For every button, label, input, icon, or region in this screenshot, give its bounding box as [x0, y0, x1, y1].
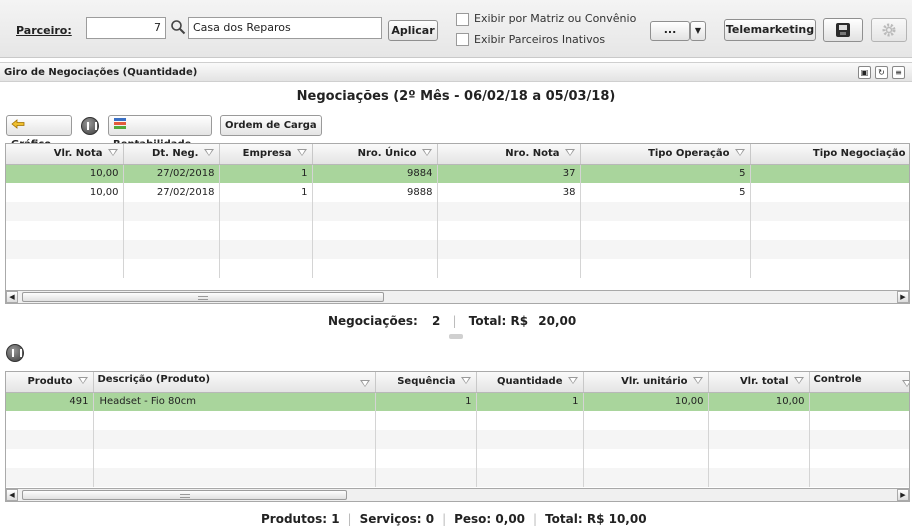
column-header[interactable]: Tipo Negociação	[750, 144, 911, 165]
column-header[interactable]: Controle	[809, 372, 909, 393]
column-header[interactable]: Vlr. unitário	[583, 372, 709, 393]
negociacoes-grid: Vlr. Nota Dt. Neg. Empresa Nro. Único Nr…	[5, 143, 910, 291]
column-header[interactable]: Tipo Operação	[580, 144, 751, 165]
scroll-left-icon[interactable]: ◀	[6, 291, 18, 303]
table-row	[6, 411, 909, 430]
rentabilidade-button[interactable]: Rentabilidade	[108, 115, 212, 150]
filter-icon[interactable]	[692, 376, 704, 386]
filter-icon[interactable]	[734, 148, 746, 158]
exibir-matriz-label: Exibir por Matriz ou Convênio	[474, 12, 637, 25]
filter-icon[interactable]	[107, 148, 119, 158]
list-icon[interactable]: ≡	[892, 66, 905, 79]
chart-icon	[114, 118, 126, 129]
scroll-thumb[interactable]	[22, 292, 384, 302]
filter-icon[interactable]	[567, 376, 579, 386]
table-header-row: Vlr. Nota Dt. Neg. Empresa Nro. Único Nr…	[6, 144, 911, 165]
chevron-down-icon[interactable]: ▼	[690, 21, 706, 41]
filter-icon[interactable]	[77, 376, 89, 386]
more-options-button[interactable]: ...	[650, 21, 690, 41]
table-row[interactable]: 491 Headset - Fio 80cm 1 1 10,00 10,00	[6, 392, 909, 411]
gear-icon	[882, 23, 896, 37]
aplicar-button[interactable]: Aplicar	[388, 20, 438, 41]
parceiro-name-input[interactable]: Casa dos Reparos	[188, 17, 382, 39]
column-header[interactable]: Dt. Neg.	[123, 144, 220, 165]
table-row	[6, 449, 909, 468]
column-header[interactable]: Descrição (Produto)	[93, 372, 376, 393]
produtos-grid: Produto Descrição (Produto) Sequência Qu…	[5, 371, 910, 490]
arrow-left-icon	[11, 119, 25, 129]
table-row	[6, 468, 909, 487]
column-header[interactable]: Vlr. total	[708, 372, 810, 393]
produtos-summary: Produtos: 1 | Serviços: 0 | Peso: 0,00 | Total…	[261, 512, 647, 526]
column-header[interactable]: Empresa	[219, 144, 313, 165]
splitter-handle[interactable]	[449, 334, 463, 339]
columns-toggle-icon[interactable]	[81, 117, 99, 135]
filter-icon[interactable]	[421, 148, 433, 158]
produtos-table: Produto Descrição (Produto) Sequência Qu…	[6, 372, 909, 487]
columns-toggle-icon[interactable]	[6, 344, 24, 362]
exibir-inativos-label: Exibir Parceiros Inativos	[474, 33, 606, 46]
scroll-right-icon[interactable]: ▶	[897, 489, 909, 501]
scroll-left-icon[interactable]: ◀	[6, 489, 18, 501]
table-row	[6, 221, 909, 240]
filter-icon[interactable]	[564, 148, 576, 158]
negociacoes-table: Vlr. Nota Dt. Neg. Empresa Nro. Único Nr…	[6, 144, 911, 278]
page-title: Negociações (2º Mês - 06/02/18 a 05/03/1…	[296, 89, 616, 104]
table-header-row: Produto Descrição (Produto) Sequência Qu…	[6, 372, 909, 393]
column-header[interactable]: Produto	[6, 372, 94, 393]
save-layout-button[interactable]	[823, 18, 863, 42]
monitor-icon	[836, 23, 850, 37]
exibir-matriz-checkbox[interactable]	[456, 13, 469, 26]
table-row[interactable]: 10,00 27/02/2018 1 9884 37 5 11	[6, 164, 909, 183]
refresh-icon[interactable]: ↻	[875, 66, 888, 79]
table-row	[6, 240, 909, 259]
column-header[interactable]: Nro. Único	[312, 144, 438, 165]
column-header[interactable]: Nro. Nota	[437, 144, 581, 165]
table-row	[6, 259, 909, 278]
filter-icon[interactable]	[460, 376, 472, 386]
copy-icon[interactable]: ▣	[858, 66, 871, 79]
filter-icon[interactable]	[203, 148, 215, 158]
filter-icon[interactable]	[910, 148, 911, 158]
scroll-thumb[interactable]	[22, 490, 347, 500]
filter-bar: Parceiro: 7 Casa dos Reparos Aplicar Exi…	[0, 0, 912, 58]
telemarketing-button[interactable]: Telemarketing	[724, 19, 816, 41]
column-header[interactable]: Sequência	[375, 372, 477, 393]
settings-button[interactable]	[871, 18, 907, 42]
filter-icon[interactable]	[901, 379, 909, 389]
parceiro-code-input[interactable]: 7	[86, 17, 166, 39]
table-row[interactable]: 10,00 27/02/2018 1 9888 38 5 12	[6, 183, 909, 202]
negociacoes-summary: Negociações: 2 | Total: R$ 20,00	[328, 314, 577, 328]
scroll-right-icon[interactable]: ▶	[897, 291, 909, 303]
ordem-carga-button[interactable]: Ordem de Carga	[220, 115, 322, 136]
filter-icon[interactable]	[359, 379, 371, 389]
parceiro-label[interactable]: Parceiro:	[16, 24, 72, 37]
exibir-inativos-checkbox[interactable]	[456, 33, 469, 46]
panel-title: Giro de Negociações (Quantidade)	[4, 67, 198, 78]
table-row	[6, 430, 909, 449]
filter-icon[interactable]	[793, 376, 805, 386]
produtos-hscroll[interactable]: ◀ ▶	[5, 488, 910, 502]
panel-header: Giro de Negociações (Quantidade) ▣ ↻ ≡	[0, 62, 912, 82]
negociacoes-hscroll[interactable]: ◀ ▶	[5, 290, 910, 304]
search-icon[interactable]	[170, 19, 186, 35]
filter-icon[interactable]	[296, 148, 308, 158]
column-header[interactable]: Vlr. Nota	[6, 144, 124, 165]
column-header[interactable]: Quantidade	[476, 372, 584, 393]
table-row	[6, 202, 909, 221]
grafico-button[interactable]: Gráfico	[6, 115, 72, 150]
